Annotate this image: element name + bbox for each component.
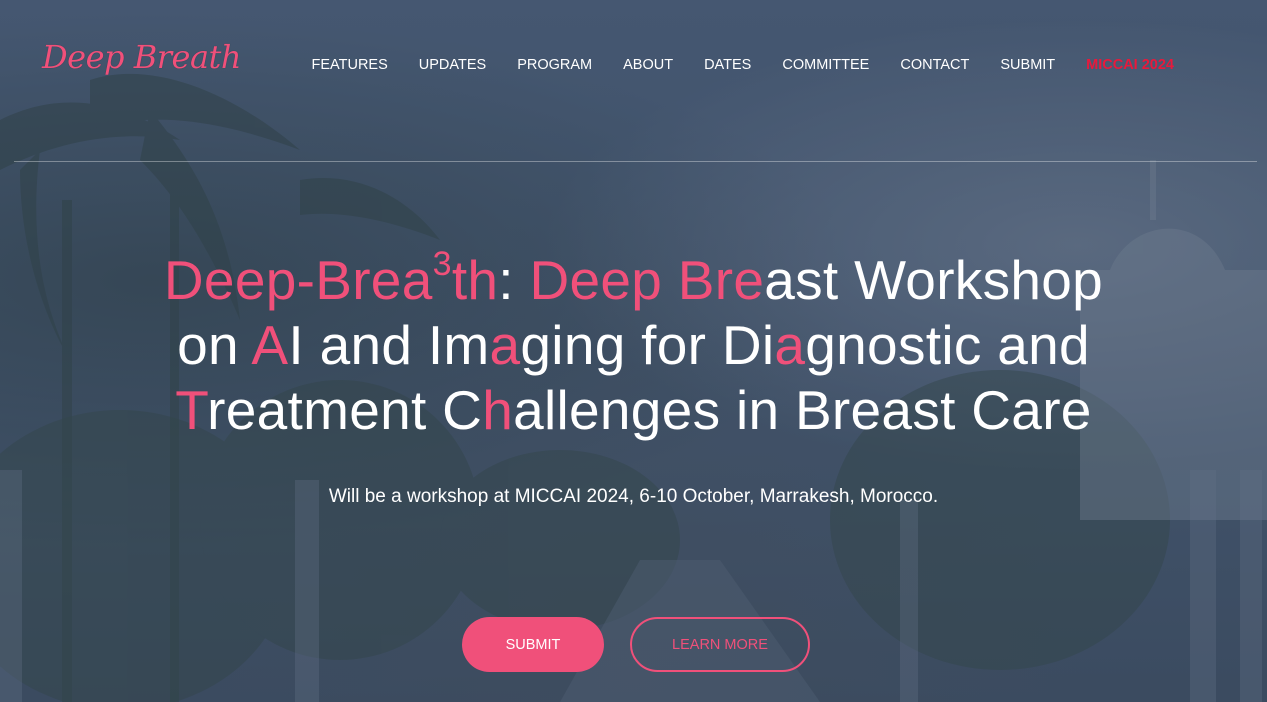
nav-contact[interactable]: CONTACT xyxy=(885,56,985,74)
hero-title-segment: Deep-Brea xyxy=(163,249,433,311)
nav-program[interactable]: PROGRAM xyxy=(502,56,608,74)
hero-title-segment: ging for Di xyxy=(520,314,775,376)
nav-dates[interactable]: DATES xyxy=(689,56,767,74)
hero-title-segment: a xyxy=(774,314,806,376)
nav-features[interactable]: FEATURES xyxy=(296,56,403,74)
nav-about[interactable]: ABOUT xyxy=(608,56,689,74)
hero-title-segment: T xyxy=(175,379,208,441)
top-navigation: Deep Breath FEATURES UPDATES PROGRAM ABO… xyxy=(0,0,1267,130)
hero-title-segment: allenges in Breast Care xyxy=(513,379,1092,441)
hero-title-segment: th xyxy=(451,249,499,311)
hero-title-segment: ast Workshop xyxy=(764,249,1104,311)
hero-title-segment: Deep Bre xyxy=(529,249,765,311)
hero-title-segment: : xyxy=(498,249,530,311)
nav-miccai-2024[interactable]: MICCAI 2024 xyxy=(1071,56,1190,74)
hero-title-segment: gnostic and xyxy=(805,314,1090,376)
hero-title-segment: 3 xyxy=(432,245,452,283)
learn-more-button[interactable]: LEARN MORE xyxy=(630,617,810,672)
header-divider xyxy=(14,161,1257,162)
hero-title-segment: reatment C xyxy=(207,379,483,441)
hero-subtitle: Will be a workshop at MICCAI 2024, 6-10 … xyxy=(328,486,939,507)
nav-updates[interactable]: UPDATES xyxy=(403,56,501,74)
nav-committee[interactable]: COMMITTEE xyxy=(767,56,885,74)
main-menu: FEATURES UPDATES PROGRAM ABOUT DATES COM… xyxy=(296,56,1190,74)
nav-submit[interactable]: SUBMIT xyxy=(985,56,1071,74)
hero-title-segment: h xyxy=(482,379,514,441)
hero-title: Deep-Brea3th: Deep Breast Workshop on AI … xyxy=(0,245,1267,443)
hero-title-segment: I and Im xyxy=(288,314,490,376)
hero-title-segment: a xyxy=(489,314,521,376)
submit-button[interactable]: SUBMIT xyxy=(462,617,604,672)
hero-title-segment: A xyxy=(251,314,289,376)
site-logo[interactable]: Deep Breath xyxy=(42,38,241,76)
hero-title-segment: on xyxy=(177,314,252,376)
